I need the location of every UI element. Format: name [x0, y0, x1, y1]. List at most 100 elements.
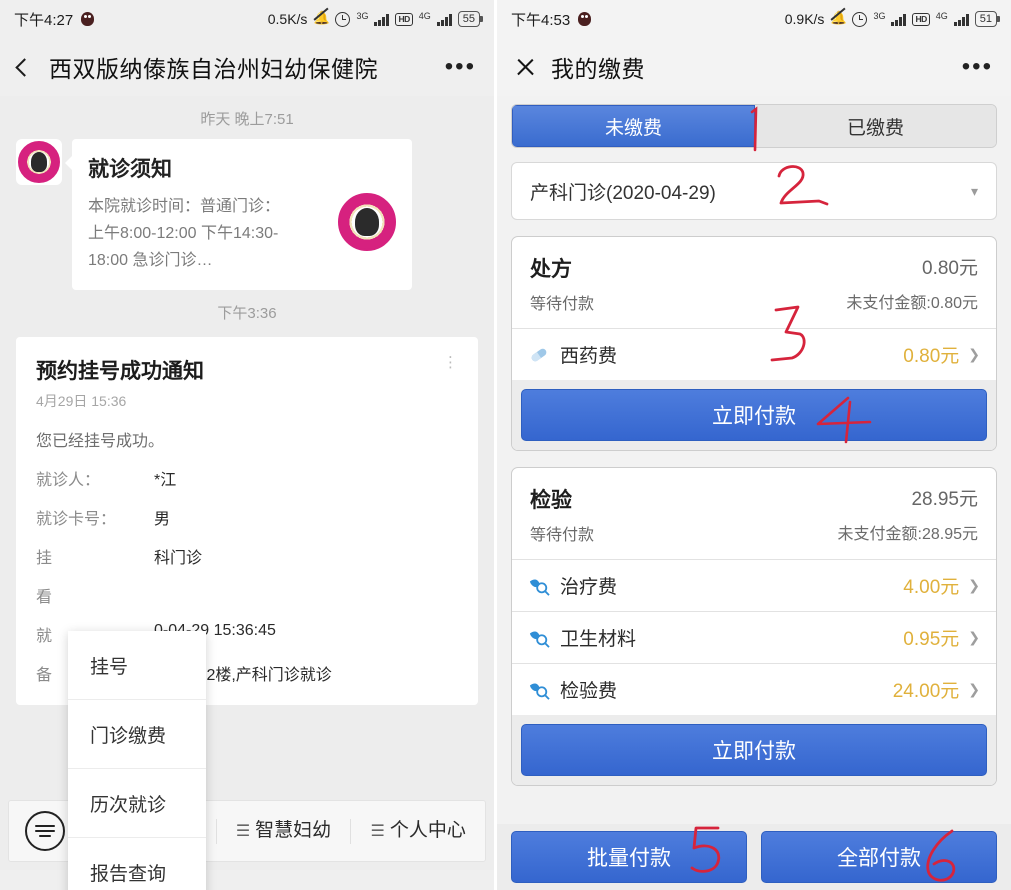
fee-card-amount: 0.80元	[922, 258, 978, 279]
fee-row[interactable]: 西药费 0.80元 ❯	[512, 328, 996, 380]
batch-pay-button[interactable]: 批量付款	[511, 831, 747, 883]
back-chevron-icon[interactable]	[15, 57, 34, 77]
fee-card-unpaid: 未支付金额:0.80元	[846, 295, 978, 312]
signal-bars-icon	[436, 13, 452, 26]
tab-personal-center[interactable]: ☰ 个人中心	[350, 818, 485, 844]
fee-row-name: 卫生材料	[560, 629, 637, 650]
visit-select-value: 产科门诊(2020-04-29)	[530, 182, 716, 204]
chevron-right-icon: ❯	[968, 681, 980, 697]
right-phone-screen: 下午4:53 0.9K/s 3G HD 4G 51 我的缴费 ••• 未缴费 已…	[497, 0, 1011, 890]
popup-menu-item-outpatient-payment[interactable]: 门诊缴费	[68, 700, 206, 769]
qq-icon	[80, 11, 95, 27]
notice-row-key: 看	[36, 589, 53, 606]
close-x-icon[interactable]	[515, 57, 535, 77]
payment-status-tabs: 未缴费 已缴费	[511, 104, 997, 148]
notice-row-key: 就诊卡号：	[36, 511, 117, 528]
tab-label: 个人中心	[389, 819, 466, 841]
hd-icon: HD	[395, 12, 413, 26]
notice-title: 预约挂号成功通知	[36, 360, 204, 383]
page-title: 我的缴费	[551, 56, 645, 82]
hamburger-icon: ☰	[235, 822, 251, 840]
notice-row: 就诊人： *江	[36, 466, 458, 490]
notice-date: 4月29日 15:36	[36, 393, 127, 409]
network-type-4g-label: 4G	[418, 11, 431, 21]
fee-card-prescription: 处方 等待付款 0.80元 未支付金额:0.80元 西药费 0.80元 ❯ 立即…	[511, 236, 997, 451]
popup-menu-item-registration[interactable]: 挂号	[68, 631, 206, 700]
chat-message-list: 昨天 晚上7:51 就诊须知 本院就诊时间：普通门诊：上午8:00-12:00 …	[0, 96, 494, 890]
notice-row: 挂 科门诊	[36, 544, 458, 568]
network-speed: 0.9K/s	[784, 11, 825, 27]
network-type-3g-label: 3G	[356, 11, 369, 21]
fee-row-name: 西药费	[560, 346, 618, 367]
fee-card-unpaid: 未支付金额:28.95元	[837, 526, 979, 543]
lab-search-icon	[529, 683, 550, 700]
fee-card-title: 处方	[530, 258, 572, 281]
hd-icon: HD	[912, 12, 930, 26]
vertical-dots-icon[interactable]: ⋮	[443, 355, 458, 370]
pay-all-button[interactable]: 全部付款	[761, 831, 997, 883]
fee-card-lab: 检验 等待付款 28.95元 未支付金额:28.95元 治疗费 4.00元 ❯	[511, 467, 997, 786]
fee-row[interactable]: 治疗费 4.00元 ❯	[512, 559, 996, 611]
fee-row-amount: 0.95元	[903, 629, 960, 650]
more-dots-icon[interactable]: •••	[962, 55, 993, 79]
hospital-logo-icon	[338, 193, 396, 251]
visit-select[interactable]: 产科门诊(2020-04-29) ▾	[511, 162, 997, 220]
tab-paid[interactable]: 已缴费	[755, 105, 996, 147]
message-bubble[interactable]: 就诊须知 本院就诊时间：普通门诊：上午8:00-12:00 下午14:30-18…	[65, 139, 412, 290]
fee-row-name: 治疗费	[560, 577, 618, 598]
left-navbar: 西双版纳傣族自治州妇幼保健院 •••	[0, 38, 494, 96]
status-time: 下午4:53	[511, 11, 571, 29]
network-type-3g-label: 3G	[873, 11, 886, 21]
chevron-right-icon: ❯	[968, 346, 980, 362]
bottom-action-bar: 批量付款 全部付款	[497, 824, 1011, 890]
alarm-icon	[335, 11, 351, 27]
network-type-4g-label: 4G	[935, 11, 948, 21]
message-thumbnail	[338, 193, 396, 251]
fee-row[interactable]: 检验费 24.00元 ❯	[512, 663, 996, 715]
notice-row-value: 男	[154, 511, 171, 528]
avatar	[16, 139, 62, 185]
lab-search-icon	[529, 631, 550, 648]
tab-unpaid[interactable]: 未缴费	[512, 105, 755, 147]
message-body: 本院就诊时间：普通门诊：上午8:00-12:00 下午14:30-18:00 急…	[88, 198, 281, 269]
context-popup-menu[interactable]: 挂号 门诊缴费 历次就诊 报告查询	[68, 631, 206, 890]
fee-row-amount: 24.00元	[892, 681, 960, 702]
chat-message-item[interactable]: 就诊须知 本院就诊时间：普通门诊：上午8:00-12:00 下午14:30-18…	[16, 139, 478, 290]
battery-icon: 55	[457, 11, 484, 27]
network-speed: 0.5K/s	[267, 11, 308, 27]
qq-icon	[577, 11, 592, 27]
tab-smart-maternity[interactable]: ☰ 智慧妇幼	[215, 818, 351, 844]
notice-lead: 您已经挂号成功。	[36, 433, 165, 450]
fee-card-header: 检验 等待付款 28.95元 未支付金额:28.95元	[512, 468, 996, 559]
message-title: 就诊须知	[88, 158, 172, 181]
chevron-right-icon: ❯	[968, 629, 980, 645]
more-dots-icon[interactable]: •••	[445, 55, 476, 79]
chat-timestamp: 昨天 晚上7:51	[200, 111, 294, 128]
hospital-logo-icon	[18, 141, 60, 183]
fee-row-amount: 4.00元	[903, 577, 960, 598]
notice-row-value: *江	[154, 472, 177, 489]
page-title: 西双版纳傣族自治州妇幼保健院	[49, 56, 378, 82]
popup-menu-item-visit-history[interactable]: 历次就诊	[68, 769, 206, 838]
keyboard-icon[interactable]	[25, 811, 65, 851]
notice-row: 看	[36, 583, 458, 607]
tab-label: 智慧妇幼	[255, 819, 332, 841]
status-time: 下午4:27	[14, 11, 74, 29]
popup-menu-item-report-query[interactable]: 报告查询	[68, 838, 206, 890]
notice-row: 就诊卡号： 男	[36, 505, 458, 529]
bell-mute-icon	[830, 10, 846, 27]
fee-row[interactable]: 卫生材料 0.95元 ❯	[512, 611, 996, 663]
chevron-down-icon: ▾	[970, 182, 978, 199]
pay-now-button[interactable]: 立即付款	[521, 724, 987, 776]
bell-mute-icon	[313, 10, 329, 27]
fee-card-pay-area: 立即付款	[512, 380, 996, 450]
signal-bars-icon	[953, 13, 969, 26]
fee-card-title: 检验	[530, 489, 572, 512]
fee-card-pay-area: 立即付款	[512, 715, 996, 785]
fee-card-header: 处方 等待付款 0.80元 未支付金额:0.80元	[512, 237, 996, 328]
signal-bars-icon	[891, 13, 907, 26]
right-navbar: 我的缴费 •••	[497, 38, 1011, 96]
pay-now-button[interactable]: 立即付款	[521, 389, 987, 441]
pill-icon	[531, 348, 547, 361]
fee-row-amount: 0.80元	[903, 346, 960, 367]
